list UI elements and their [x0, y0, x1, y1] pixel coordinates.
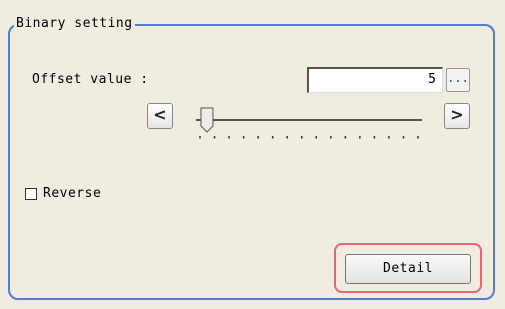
slider-thumb[interactable]	[200, 107, 214, 133]
reverse-checkbox[interactable]	[25, 188, 37, 200]
chevron-right-icon: >	[450, 105, 464, 124]
decrement-button[interactable]: <	[147, 103, 173, 129]
offset-value-input[interactable]: 5	[307, 67, 443, 93]
offset-value-label: Offset value :	[32, 72, 149, 87]
chevron-left-icon: <	[153, 105, 167, 124]
slider-ticks	[199, 136, 419, 139]
browse-button[interactable]: ...	[446, 68, 470, 92]
reverse-label: Reverse	[43, 186, 102, 201]
group-title: Binary setting	[14, 16, 135, 31]
offset-slider[interactable]	[190, 102, 430, 142]
detail-button[interactable]: Detail	[345, 254, 471, 284]
increment-button[interactable]: >	[444, 103, 470, 129]
